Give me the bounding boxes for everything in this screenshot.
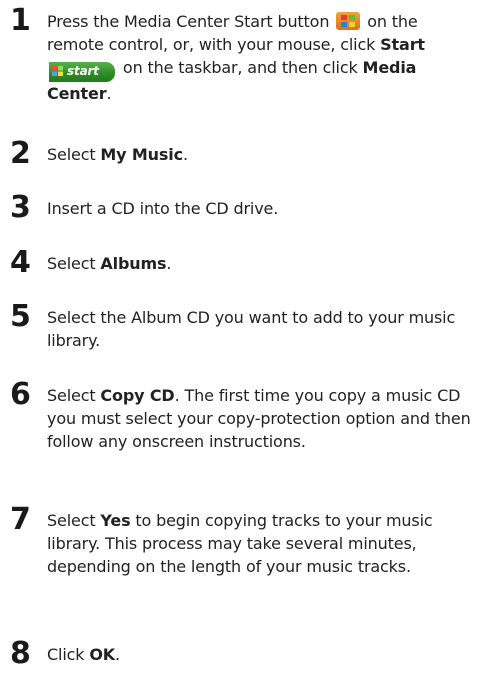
step-text-before: Select bbox=[47, 254, 101, 273]
step-number: 8 bbox=[10, 636, 31, 671]
step-number: 5 bbox=[10, 299, 31, 334]
step-bold: Copy CD bbox=[100, 386, 175, 405]
step-number: 1 bbox=[10, 3, 31, 38]
step-text-before: Select bbox=[47, 386, 101, 405]
step-number: 6 bbox=[10, 377, 31, 412]
step-text: Click OK. bbox=[47, 643, 475, 666]
step-number: 4 bbox=[10, 245, 31, 280]
step-bold: My Music bbox=[100, 145, 183, 164]
windows-flag-icon bbox=[52, 66, 63, 76]
step-text-before: Select bbox=[47, 511, 101, 530]
step-1-text-part4: . bbox=[106, 83, 112, 103]
windows-logo-icon bbox=[336, 12, 361, 30]
step-text: Insert a CD into the CD drive. bbox=[47, 199, 279, 218]
step-text: Select Albums. bbox=[47, 252, 475, 275]
step-bold: Albums bbox=[100, 254, 167, 273]
step-text-before: Click bbox=[47, 645, 90, 664]
step-1-text-part3: on the taskbar, and then click bbox=[118, 58, 363, 77]
step-text-after: . bbox=[166, 254, 172, 273]
step-number: 2 bbox=[10, 136, 31, 171]
step-number: 7 bbox=[10, 502, 31, 537]
step-text: Select the Album CD you want to add to y… bbox=[47, 308, 456, 350]
windows-start-button-icon: start bbox=[49, 61, 115, 82]
step-text: Press the Media Center Start button on t… bbox=[47, 10, 475, 105]
step-text-after: . bbox=[182, 145, 188, 164]
step-bold: OK bbox=[89, 645, 116, 664]
start-button-label: start bbox=[67, 64, 99, 78]
step-text: Select My Music. bbox=[47, 143, 475, 166]
step-number: 3 bbox=[10, 190, 31, 225]
step-text-after: . bbox=[115, 645, 120, 664]
step-text-before: Select bbox=[47, 145, 101, 164]
step-text: Select Yes to begin copying tracks to yo… bbox=[47, 509, 475, 578]
step-text: Select Copy CD. The first time you copy … bbox=[47, 384, 475, 453]
start-bold: Start bbox=[380, 35, 425, 54]
step-bold: Yes bbox=[100, 511, 131, 530]
step-1-text-part1: Press the Media Center Start button bbox=[47, 12, 330, 31]
